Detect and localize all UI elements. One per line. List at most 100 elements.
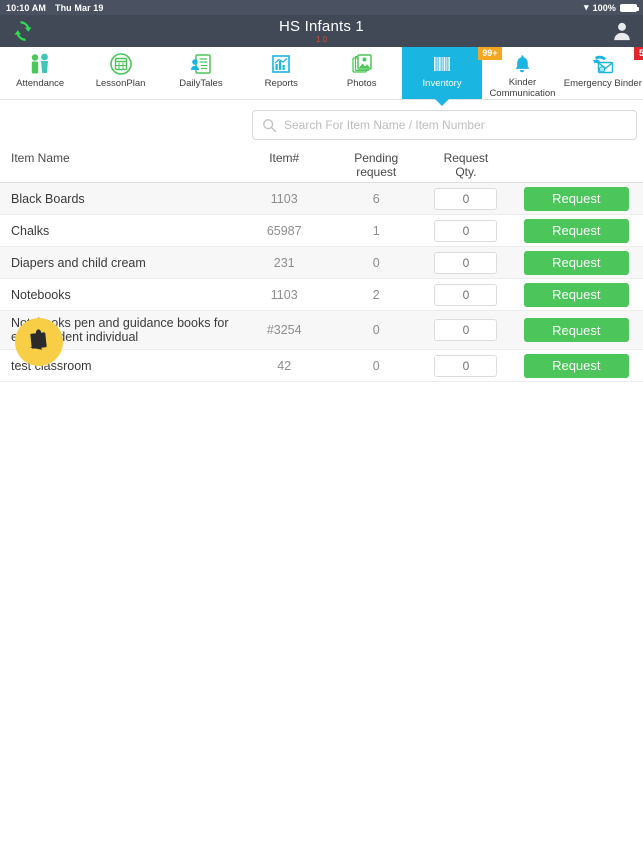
cell-request-qty [422,219,509,242]
app-title-group: HS Infants 1 1.0 [0,15,643,47]
search-area [0,100,643,149]
nav-label: DailyTales [179,78,223,89]
cell-pending-request: 1 [372,223,380,238]
request-qty-input[interactable] [434,319,498,341]
photos-stack-icon [349,51,375,77]
cell-item-name: Notebooks [11,287,71,302]
nav-label: Emergency Binder [563,78,642,89]
cell-action: Request [510,282,643,307]
nav-item-inventory[interactable]: Inventory [401,47,483,99]
status-date: Thu Mar 19 [54,2,104,13]
cell-action: Request [510,250,643,275]
request-qty-input[interactable] [434,251,498,274]
cell-item-number: 231 [273,255,295,270]
nav-label: Attendance [16,78,65,89]
status-right-group: ▾ 100% [583,2,639,13]
cell-action: Request [510,318,643,342]
table-row: Chalks 65987 1 Request [0,215,643,247]
status-time: 10:10 AM [6,2,46,13]
app-header-bar: HS Infants 1 1.0 [0,15,643,47]
cell-action: Request [510,186,643,211]
nav-item-emergency-binder[interactable]: 5 @ Emergency Binder [563,47,643,99]
column-header-item-name: Item Name [11,151,70,165]
cell-item-number: 1103 [270,287,298,302]
cell-pending-request: 0 [372,255,380,270]
table-row: Notebooks 1103 2 Request [0,279,643,311]
request-qty-input[interactable] [434,283,498,306]
nav-label: Photos [346,78,377,89]
column-header-request-qty: Request Qty. [443,151,489,179]
request-button[interactable]: Request [523,186,629,211]
request-qty-input[interactable] [434,219,498,242]
ios-status-bar: 10:10 AM Thu Mar 19 ▾ 100% [0,0,643,15]
request-qty-input[interactable] [434,354,498,377]
inventory-barcode-icon [429,51,455,77]
cell-request-qty [422,251,509,274]
nav-item-photos[interactable]: Photos [322,47,402,99]
cell-item-name: Diapers and child cream [11,255,146,270]
dailytales-report-icon [188,51,214,77]
user-avatar-icon [613,22,630,41]
request-button[interactable]: Request [523,318,629,342]
nav-item-dailytales[interactable]: DailyTales [161,47,241,99]
cell-pending-request: 0 [372,323,380,337]
cell-action: Request [510,218,643,243]
emergency-binder-badge: 5 [634,47,643,60]
clipboard-touch-marker-icon [15,318,63,366]
lessonplan-calendar-icon [108,51,134,77]
cell-action: Request [510,353,643,378]
attendance-people-icon [27,51,53,77]
table-row: Diapers and child cream 231 0 Request [0,247,643,279]
user-profile-button[interactable] [600,20,643,42]
cell-item-number: #3254 [266,323,302,337]
cell-pending-request: 0 [372,358,380,373]
main-navigation-bar: Attendance LessonPlan DailyTales Reports… [0,47,643,100]
wifi-icon: ▾ [583,2,589,12]
kinder-communication-badge: 99+ [478,47,502,60]
search-input[interactable] [284,118,627,132]
bell-icon [509,51,535,76]
request-button[interactable]: Request [523,353,629,378]
nav-label: Reports [264,78,298,89]
cell-item-number: 1103 [270,191,298,206]
cell-request-qty [422,354,509,377]
column-header-pending-request: Pending request [354,151,399,179]
nav-label: LessonPlan [95,78,146,89]
cell-request-qty [422,319,509,341]
cell-pending-request: 2 [372,287,380,302]
table-row: Black Boards 1103 6 Request [0,183,643,215]
cell-item-number: 42 [277,358,292,373]
nav-label: Kinder Communication [489,77,556,99]
table-header-row: Item Name Item# Pending request Request … [0,149,643,183]
page-title: HS Infants 1 [279,17,364,35]
nav-item-kinder-communication[interactable]: 99+ Kinder Communication [478,47,562,99]
request-button[interactable]: Request [523,282,629,307]
cell-request-qty [422,187,509,210]
inventory-table: Item Name Item# Pending request Request … [0,149,643,382]
nav-label: Inventory [422,78,462,89]
reports-chart-icon [268,51,294,77]
app-version-label: 1.0 [315,34,328,44]
cell-item-name: Chalks [11,223,50,238]
nav-item-reports[interactable]: Reports [241,47,321,99]
request-button[interactable]: Request [523,218,629,243]
emergency-phone-mail-icon: @ [589,51,617,77]
cell-item-number: 65987 [266,223,302,238]
request-qty-input[interactable] [434,187,498,210]
cell-request-qty [422,283,509,306]
nav-item-attendance[interactable]: Attendance [0,47,80,99]
search-icon [263,118,277,132]
refresh-icon [14,21,32,41]
request-button[interactable]: Request [523,250,629,275]
cell-pending-request: 6 [372,191,380,206]
column-header-item-number: Item# [269,151,300,165]
table-row: test classroom420Request [0,350,643,382]
battery-icon [620,3,639,12]
refresh-button[interactable] [0,19,46,43]
cell-item-name: Black Boards [11,191,85,206]
table-body: Black Boards 1103 6 Request Chalks 65987 1 Requ… [0,183,643,382]
search-box[interactable] [252,110,637,140]
svg-text:@: @ [600,67,604,72]
table-row: Notebooks pen and guidance books for eac… [0,311,643,350]
nav-item-lessonplan[interactable]: LessonPlan [80,47,160,99]
